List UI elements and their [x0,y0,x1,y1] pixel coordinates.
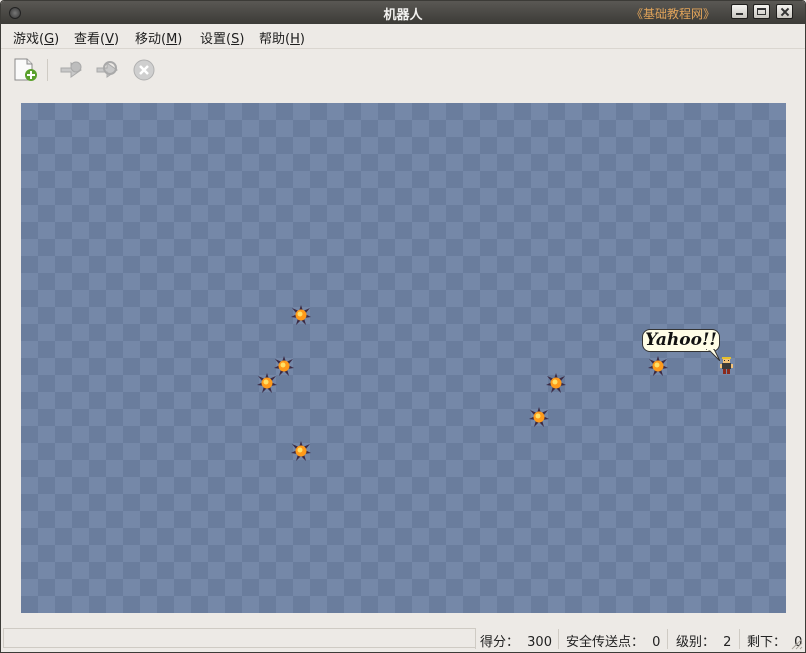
junk-heap-icon [648,356,668,376]
status-separator [667,629,668,649]
menu-game[interactable]: 游戏(G) [13,28,59,47]
teleport-button[interactable] [59,58,85,82]
toolbar [1,48,805,92]
status-separator [475,629,476,649]
menu-view[interactable]: 查看(V) [74,28,119,47]
maximize-button[interactable] [753,4,770,19]
junk-heap-icon [257,373,277,393]
menu-view-end: ) [113,32,120,47]
score-field: 得分： 300 [480,631,552,650]
stop-button[interactable] [132,58,158,82]
status-separator [558,629,559,649]
menu-help-key: H [290,32,300,47]
junk-heap-icon [291,305,311,325]
remaining-label: 剩下： [747,635,787,650]
safe-teleports-value: 0 [652,635,661,650]
status-message-area [3,628,476,648]
level-field: 级别： 2 [676,631,731,650]
teleport-random-button[interactable] [95,58,121,82]
toolbar-separator [47,59,48,81]
safe-teleports-field: 安全传送点： 0 [566,631,660,650]
speech-bubble-tail [706,349,720,361]
game-window: 机器人 《基础教程网》 游戏(G) 查看(V) 移动(M) 设置(S) 帮助(H… [0,0,806,653]
title-bar[interactable]: 机器人 《基础教程网》 [1,1,805,24]
watermark-text: 《基础教程网》 [630,7,715,21]
menu-move-label: 移动( [135,32,167,47]
new-game-icon [14,58,37,81]
status-bar: 得分： 300 安全传送点： 0 级别： 2 剩下： 0 [1,626,805,652]
game-board[interactable]: Yahoo!! [21,103,786,613]
junk-heap-icon [529,407,549,427]
board-frame: Yahoo!! [1,90,805,626]
level-value: 2 [723,635,732,650]
menu-game-label: 游戏( [13,32,45,47]
score-label: 得分： [480,635,520,650]
menu-move-key: M [166,32,178,47]
junk-heap-icon [546,373,566,393]
menu-settings-end: ) [239,32,245,47]
junk-heap-icon [291,441,311,461]
menu-help[interactable]: 帮助(H) [259,28,305,47]
score-value: 300 [527,635,552,650]
menu-game-key: G [44,32,55,47]
menu-settings-label: 设置( [200,32,232,47]
menu-help-label: 帮助( [259,32,291,47]
minimize-button[interactable] [731,4,748,19]
menu-view-key: V [105,32,114,47]
new-game-button[interactable] [12,58,38,82]
menu-move[interactable]: 移动(M) [135,28,182,47]
status-separator [739,629,740,649]
junk-heap-icon [274,356,294,376]
safe-teleports-label: 安全传送点： [566,635,645,650]
menu-bar: 游戏(G) 查看(V) 移动(M) 设置(S) 帮助(H) [1,24,805,48]
resize-grip-icon[interactable] [791,638,803,650]
menu-settings[interactable]: 设置(S) [200,28,244,47]
hero-player-icon [720,357,733,374]
teleport-random-icon [96,61,118,78]
close-button[interactable] [776,4,793,19]
teleport-icon [60,61,82,78]
menu-game-end: ) [54,32,60,47]
menu-view-label: 查看( [74,32,106,47]
level-label: 级别： [676,635,716,650]
stop-icon [133,59,155,81]
menu-help-end: ) [299,32,305,47]
menu-move-end: ) [177,32,183,47]
